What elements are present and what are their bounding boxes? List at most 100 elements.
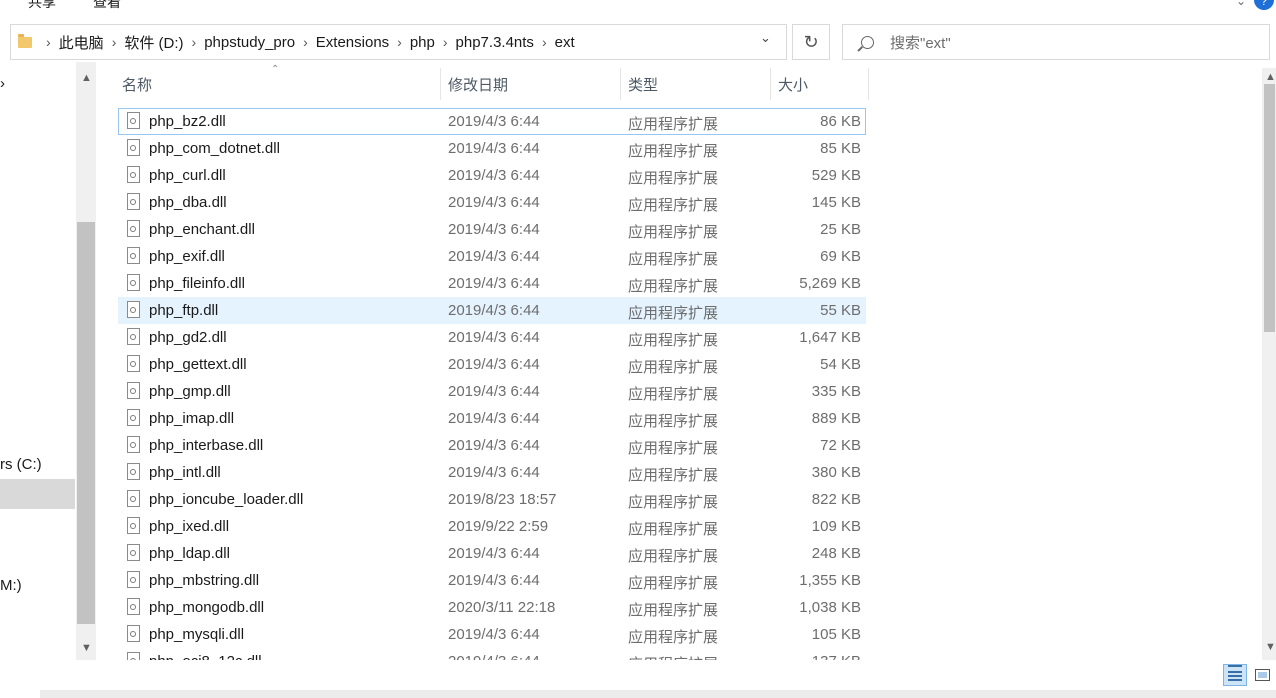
- file-size: 335 KB: [811, 383, 861, 400]
- address-bar[interactable]: › 此电脑 › 软件 (D:) › phpstudy_pro › Extensi…: [10, 24, 787, 60]
- file-size: 85 KB: [820, 140, 861, 157]
- file-type: 应用程序扩展: [628, 197, 719, 214]
- file-row[interactable]: php_fileinfo.dll 2019/4/3 6:44 应用程序扩展 5,269…: [118, 270, 866, 297]
- navigation-pane: › rs (C:) M:) ▲ ▼: [0, 62, 96, 660]
- main-scrollbar-thumb[interactable]: [1264, 84, 1275, 332]
- large-icons-view-icon[interactable]: [1251, 664, 1275, 686]
- file-size: 137 KB: [812, 653, 861, 660]
- file-modified-date: 2020/3/11 22:18: [448, 599, 556, 616]
- search-box[interactable]: 搜索"ext": [842, 24, 1270, 60]
- file-row[interactable]: php_mysqli.dll 2019/4/3 6:44 应用程序扩展 105 KB: [118, 621, 866, 648]
- file-row[interactable]: php_curl.dll 2019/4/3 6:44 应用程序扩展 529 KB: [118, 162, 866, 189]
- nav-scroll-up-icon[interactable]: ▲: [81, 72, 92, 84]
- breadcrumb-separator-icon[interactable]: ›: [303, 34, 308, 50]
- main-scroll-up-icon[interactable]: ▲: [1265, 71, 1276, 83]
- file-name: php_intl.dll: [149, 464, 221, 481]
- address-history-dropdown-icon[interactable]: ⌄: [760, 30, 771, 46]
- ribbon-tab-share[interactable]: 共享: [28, 0, 56, 12]
- column-divider[interactable]: [440, 68, 441, 100]
- ribbon-tab-view[interactable]: 查看: [93, 0, 121, 12]
- nav-item-drive-m[interactable]: M:): [0, 577, 22, 594]
- search-input[interactable]: 搜索"ext": [890, 32, 951, 53]
- breadcrumb-separator-icon[interactable]: ›: [192, 34, 197, 50]
- column-divider[interactable]: [770, 68, 771, 100]
- dll-file-icon: [127, 139, 140, 156]
- nav-item-selected[interactable]: [0, 479, 75, 509]
- main-scroll-down-icon[interactable]: ▼: [1265, 641, 1276, 653]
- file-row[interactable]: php_ixed.dll 2019/9/22 2:59 应用程序扩展 109 KB: [118, 513, 866, 540]
- file-row[interactable]: php_ftp.dll 2019/4/3 6:44 应用程序扩展 55 KB: [118, 297, 866, 324]
- expand-arrow-icon[interactable]: ›: [0, 75, 5, 92]
- file-row[interactable]: php_intl.dll 2019/4/3 6:44 应用程序扩展 380 KB: [118, 459, 866, 486]
- file-name: php_ftp.dll: [149, 302, 219, 319]
- breadcrumb-item[interactable]: phpstudy_pro: [204, 34, 295, 51]
- breadcrumb-item[interactable]: Extensions: [316, 34, 389, 51]
- file-modified-date: 2019/4/3 6:44: [448, 329, 540, 346]
- file-row[interactable]: php_gettext.dll 2019/4/3 6:44 应用程序扩展 54 KB: [118, 351, 866, 378]
- search-icon: [861, 35, 874, 49]
- file-row[interactable]: php_interbase.dll 2019/4/3 6:44 应用程序扩展 72 K…: [118, 432, 866, 459]
- file-row[interactable]: php_ioncube_loader.dll 2019/8/23 18:57 应用程…: [118, 486, 866, 513]
- column-header-modified[interactable]: 修改日期: [448, 68, 620, 100]
- file-name: php_bz2.dll: [149, 113, 226, 130]
- help-icon[interactable]: ?: [1254, 0, 1274, 10]
- file-modified-date: 2019/9/22 2:59: [448, 518, 549, 535]
- nav-scrollbar-thumb[interactable]: [77, 222, 95, 624]
- file-row[interactable]: php_oci8_12c.dll 2019/4/3 6:44 应用程序扩展 137 K…: [118, 648, 866, 660]
- ribbon-collapse-chevron-icon[interactable]: ⌄: [1236, 0, 1246, 8]
- file-name: php_oci8_12c.dll: [149, 653, 262, 660]
- breadcrumb-item-current[interactable]: ext: [555, 34, 575, 51]
- file-name: php_fileinfo.dll: [149, 275, 245, 292]
- dll-file-icon: [127, 409, 140, 426]
- file-size: 1,038 KB: [799, 599, 861, 616]
- file-row[interactable]: php_imap.dll 2019/4/3 6:44 应用程序扩展 889 KB: [118, 405, 866, 432]
- breadcrumb-separator-icon[interactable]: ›: [112, 34, 117, 50]
- file-type: 应用程序扩展: [628, 386, 719, 403]
- file-row[interactable]: php_gmp.dll 2019/4/3 6:44 应用程序扩展 335 KB: [118, 378, 866, 405]
- column-header-type[interactable]: 类型: [628, 68, 770, 100]
- file-size: 380 KB: [811, 464, 861, 481]
- column-divider[interactable]: [868, 68, 869, 100]
- file-type: 应用程序扩展: [628, 359, 719, 376]
- breadcrumb-item[interactable]: 软件 (D:): [124, 32, 183, 53]
- file-name: php_mbstring.dll: [149, 572, 260, 589]
- file-row[interactable]: php_enchant.dll 2019/4/3 6:44 应用程序扩展 25 KB: [118, 216, 866, 243]
- file-size: 69 KB: [820, 248, 861, 265]
- file-row[interactable]: php_exif.dll 2019/4/3 6:44 应用程序扩展 69 KB: [118, 243, 866, 270]
- file-row[interactable]: php_mbstring.dll 2019/4/3 6:44 应用程序扩展 1,355…: [118, 567, 866, 594]
- nav-scroll-down-icon[interactable]: ▼: [81, 642, 92, 654]
- column-header-size[interactable]: 大小: [778, 68, 868, 100]
- dll-file-icon: [127, 463, 140, 480]
- breadcrumb-separator-icon[interactable]: ›: [443, 34, 448, 50]
- file-size: 105 KB: [811, 626, 861, 643]
- file-modified-date: 2019/8/23 18:57: [448, 491, 557, 508]
- file-list: php_bz2.dll 2019/4/3 6:44 应用程序扩展 86 KB php_c…: [118, 108, 868, 660]
- file-row[interactable]: php_ldap.dll 2019/4/3 6:44 应用程序扩展 248 KB: [118, 540, 866, 567]
- ribbon: 共享 查看 ⌄ ?: [0, 0, 1276, 16]
- dll-file-icon: [127, 571, 140, 588]
- breadcrumb-separator-icon[interactable]: ›: [542, 34, 547, 50]
- file-row[interactable]: php_gd2.dll 2019/4/3 6:44 应用程序扩展 1,647 KB: [118, 324, 866, 351]
- breadcrumb-separator-icon[interactable]: ›: [397, 34, 402, 50]
- column-divider[interactable]: [620, 68, 621, 100]
- file-name: php_com_dotnet.dll: [149, 140, 280, 157]
- dll-file-icon: [127, 490, 140, 507]
- dll-file-icon: [127, 166, 140, 183]
- dll-file-icon: [127, 382, 140, 399]
- breadcrumb-item[interactable]: php7.3.4nts: [456, 34, 534, 51]
- details-view-icon[interactable]: [1223, 664, 1247, 686]
- file-row[interactable]: php_mongodb.dll 2020/3/11 22:18 应用程序扩展 1,03…: [118, 594, 866, 621]
- file-size: 55 KB: [820, 302, 861, 319]
- dll-file-icon: [127, 517, 140, 534]
- breadcrumb-item[interactable]: 此电脑: [59, 32, 104, 53]
- breadcrumb-item[interactable]: php: [410, 34, 435, 51]
- file-row[interactable]: php_com_dotnet.dll 2019/4/3 6:44 应用程序扩展 85 …: [118, 135, 866, 162]
- nav-item-drive-c[interactable]: rs (C:): [0, 456, 42, 473]
- file-row[interactable]: php_bz2.dll 2019/4/3 6:44 应用程序扩展 86 KB: [118, 108, 866, 135]
- column-header-name[interactable]: 名称: [122, 68, 440, 100]
- breadcrumb-separator-icon[interactable]: ›: [46, 34, 51, 50]
- file-modified-date: 2019/4/3 6:44: [448, 194, 540, 211]
- file-row[interactable]: php_dba.dll 2019/4/3 6:44 应用程序扩展 145 KB: [118, 189, 866, 216]
- file-name: php_enchant.dll: [149, 221, 255, 238]
- refresh-button[interactable]: ↻: [792, 24, 830, 60]
